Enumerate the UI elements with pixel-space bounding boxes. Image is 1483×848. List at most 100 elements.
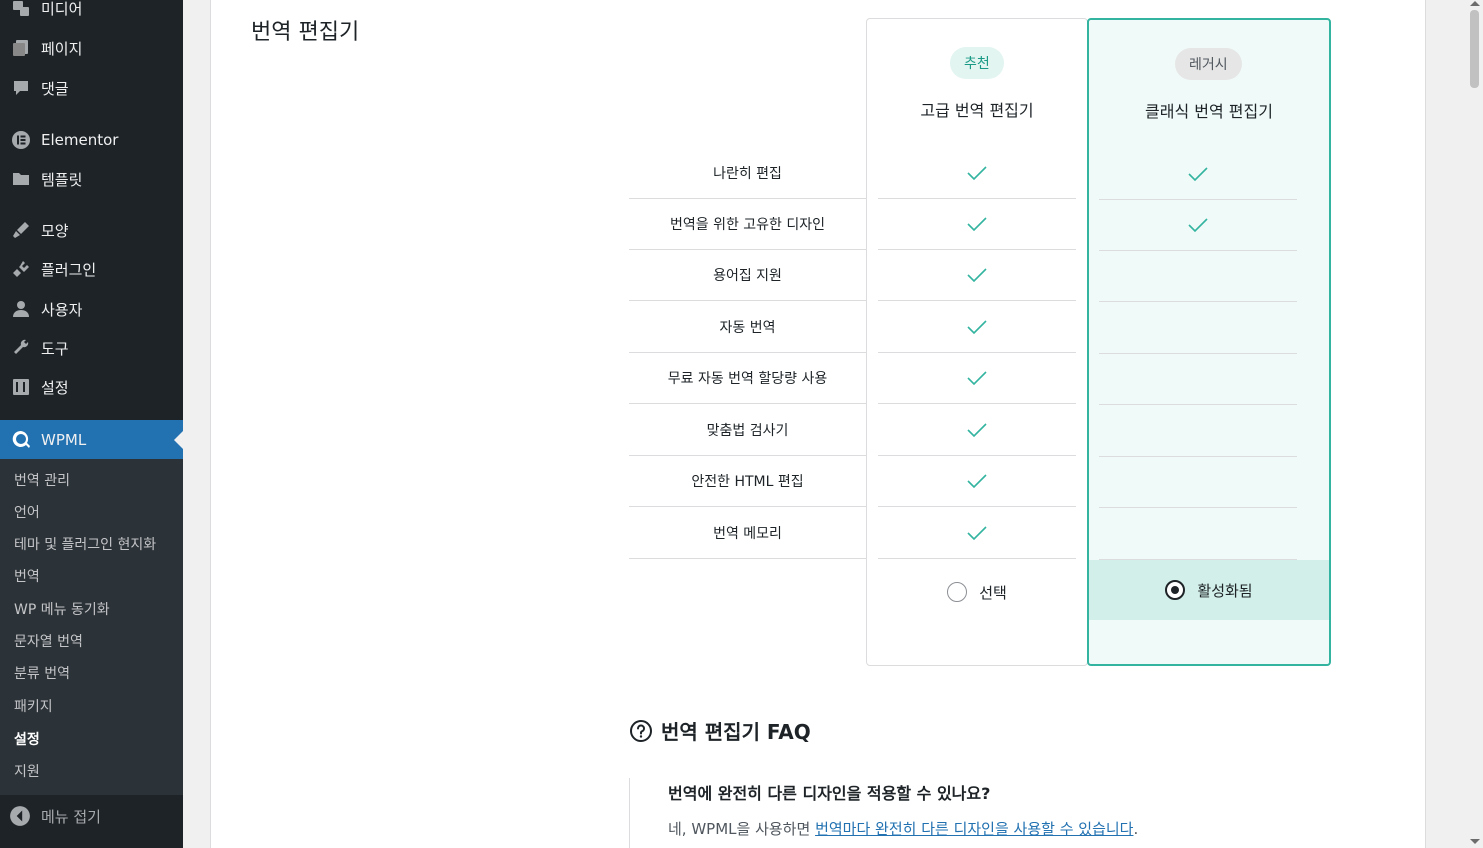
advanced-editor-column: 추천 고급 번역 편집기 선택 bbox=[866, 18, 1088, 666]
settings-panel: 번역 편집기 나란히 편집 번역을 위한 고유한 디자인 용어집 지원 자동 번… bbox=[210, 0, 1426, 848]
sidebar-item-label: 도구 bbox=[41, 339, 69, 358]
submenu-item-support[interactable]: 지원 bbox=[14, 761, 40, 783]
sidebar-item-label: 모양 bbox=[41, 221, 69, 240]
scrollbar-thumb[interactable] bbox=[1470, 10, 1479, 88]
brush-icon bbox=[10, 220, 32, 240]
feature-check-cell bbox=[1099, 149, 1297, 200]
scroll-up-icon[interactable] bbox=[1470, 1, 1480, 6]
sidebar-item-templates[interactable]: 템플릿 bbox=[0, 159, 183, 199]
legacy-badge: 레거시 bbox=[1175, 48, 1242, 80]
select-advanced-editor[interactable]: 선택 bbox=[867, 562, 1087, 622]
submenu-item-taxonomy-translation[interactable]: 분류 번역 bbox=[14, 663, 70, 685]
collapse-menu-label: 메뉴 접기 bbox=[41, 807, 101, 826]
wpml-submenu: 번역 관리 언어 테마 및 플러그인 현지화 번역 WP 메뉴 동기화 문자열 … bbox=[0, 459, 183, 795]
advanced-editor-title: 고급 번역 편집기 bbox=[920, 101, 1034, 120]
sidebar-item-label: 템플릿 bbox=[41, 170, 83, 189]
question-circle-icon bbox=[630, 719, 652, 742]
classic-editor-title: 클래식 번역 편집기 bbox=[1145, 102, 1273, 121]
feature-check-cell bbox=[878, 508, 1076, 559]
folder-icon bbox=[10, 169, 32, 189]
feature-check-cell bbox=[1099, 303, 1297, 354]
sidebar-item-plugins[interactable]: 플러그인 bbox=[0, 249, 183, 289]
feature-label: 번역 메모리 bbox=[629, 508, 866, 559]
feature-check-cell bbox=[1099, 406, 1297, 457]
section-title: 번역 편집기 bbox=[251, 20, 360, 45]
comments-icon bbox=[10, 78, 32, 98]
submenu-item-languages[interactable]: 언어 bbox=[14, 502, 40, 524]
sidebar-item-label: 페이지 bbox=[41, 39, 83, 58]
feature-check-cell bbox=[878, 456, 1076, 507]
faq-answer-link[interactable]: 번역마다 완전히 다른 디자인을 사용할 수 있습니다 bbox=[815, 820, 1133, 838]
recommended-badge: 추천 bbox=[950, 47, 1004, 79]
wrench-icon bbox=[10, 338, 32, 358]
sidebar-item-users[interactable]: 사용자 bbox=[0, 289, 183, 329]
submenu-item-wp-menu-sync[interactable]: WP 메뉴 동기화 bbox=[14, 599, 110, 621]
checkmark-icon bbox=[967, 423, 987, 437]
sidebar-item-label: 설정 bbox=[41, 378, 69, 397]
feature-label: 맞춤법 검사기 bbox=[629, 405, 866, 456]
checkmark-icon bbox=[967, 217, 987, 231]
admin-sidebar: 미디어 페이지 댓글 Elementor 템플릿 모양 플러그인 사용자 도구 … bbox=[0, 0, 183, 848]
sidebar-item-tools[interactable]: 도구 bbox=[0, 328, 183, 368]
faq-answer-suffix: . bbox=[1133, 820, 1139, 838]
feature-check-cell bbox=[878, 250, 1076, 301]
checkmark-icon bbox=[1188, 167, 1208, 181]
feature-check-cell bbox=[1099, 509, 1297, 560]
feature-check-cell bbox=[878, 353, 1076, 404]
sidebar-item-label: 댓글 bbox=[41, 79, 69, 98]
submenu-item-theme-plugin-localization[interactable]: 테마 및 플러그인 현지화 bbox=[14, 534, 156, 556]
plugin-icon bbox=[10, 259, 32, 279]
checkmark-icon bbox=[967, 166, 987, 180]
select-label: 선택 bbox=[979, 583, 1007, 602]
collapse-icon bbox=[10, 806, 30, 826]
sidebar-item-settings[interactable]: 설정 bbox=[0, 367, 183, 407]
feature-check-cell bbox=[1099, 354, 1297, 405]
submenu-item-translation-management[interactable]: 번역 관리 bbox=[14, 470, 70, 492]
checkmark-icon bbox=[967, 371, 987, 385]
faq-question[interactable]: 번역에 완전히 다른 디자인을 적용할 수 있나요? bbox=[668, 780, 990, 804]
sidebar-item-elementor[interactable]: Elementor bbox=[0, 120, 183, 160]
sidebar-item-label: 미디어 bbox=[41, 0, 83, 18]
sidebar-item-pages[interactable]: 페이지 bbox=[0, 28, 183, 68]
radio-classic-editor[interactable] bbox=[1165, 580, 1186, 600]
scroll-down-icon[interactable] bbox=[1470, 839, 1480, 844]
sidebar-item-comments[interactable]: 댓글 bbox=[0, 68, 183, 108]
wpml-icon bbox=[10, 430, 32, 450]
feature-label: 안전한 HTML 편집 bbox=[629, 456, 866, 507]
sidebar-item-media[interactable]: 미디어 bbox=[0, 0, 183, 28]
settings-icon bbox=[10, 377, 32, 397]
feature-check-cell bbox=[878, 302, 1076, 353]
user-icon bbox=[10, 299, 32, 319]
sidebar-item-appearance[interactable]: 모양 bbox=[0, 210, 183, 250]
select-classic-editor[interactable]: 활성화됨 bbox=[1089, 560, 1329, 620]
faq-item: 번역에 완전히 다른 디자인을 적용할 수 있나요? 네, WPML을 사용하면… bbox=[629, 778, 1329, 848]
checkmark-icon bbox=[967, 320, 987, 334]
sidebar-item-wpml[interactable]: WPML bbox=[0, 420, 183, 460]
feature-check-cell bbox=[1099, 457, 1297, 508]
faq-heading: 번역 편집기 FAQ bbox=[629, 716, 811, 745]
faq-title: 번역 편집기 FAQ bbox=[661, 720, 811, 744]
sidebar-item-label: Elementor bbox=[41, 131, 119, 149]
media-icon bbox=[10, 0, 32, 18]
collapse-menu-button[interactable]: 메뉴 접기 bbox=[0, 796, 183, 836]
checkmark-icon bbox=[1188, 218, 1208, 232]
current-menu-arrow bbox=[174, 431, 183, 449]
feature-label: 무료 자동 번역 할당량 사용 bbox=[629, 353, 866, 404]
submenu-item-translations[interactable]: 번역 bbox=[14, 566, 40, 588]
radio-advanced-editor[interactable] bbox=[947, 582, 968, 602]
classic-editor-column: 레거시 클래식 번역 편집기 활성화됨 bbox=[1087, 18, 1331, 666]
submenu-item-settings[interactable]: 설정 bbox=[14, 729, 40, 751]
sidebar-item-label: WPML bbox=[41, 431, 87, 449]
feature-check-cell bbox=[878, 405, 1076, 456]
pages-icon bbox=[10, 38, 32, 58]
page-scrollbar[interactable] bbox=[1466, 0, 1483, 848]
submenu-item-string-translation[interactable]: 문자열 번역 bbox=[14, 631, 83, 653]
submenu-item-packages[interactable]: 패키지 bbox=[14, 696, 53, 718]
feature-label: 번역을 위한 고유한 디자인 bbox=[629, 199, 866, 250]
checkmark-icon bbox=[967, 268, 987, 282]
feature-check-cell bbox=[1099, 251, 1297, 302]
feature-label: 자동 번역 bbox=[629, 302, 866, 353]
sidebar-item-label: 사용자 bbox=[41, 300, 83, 319]
elementor-icon bbox=[10, 130, 32, 150]
faq-answer-prefix: 네, WPML을 사용하면 bbox=[668, 820, 816, 838]
